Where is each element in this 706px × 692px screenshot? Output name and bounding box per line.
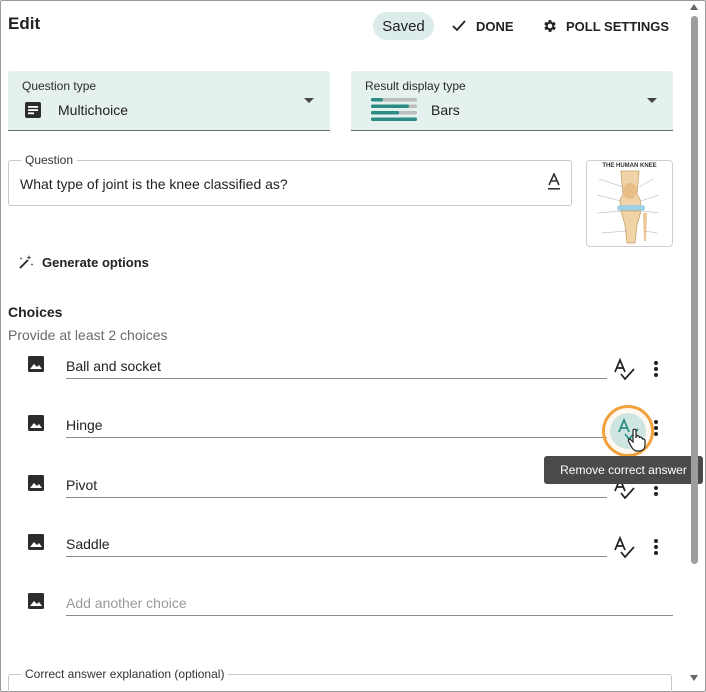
done-label: DONE bbox=[476, 18, 514, 34]
choice-row: Hinge bbox=[0, 414, 700, 454]
bars-icon bbox=[371, 98, 417, 121]
magic-wand-icon bbox=[19, 255, 34, 269]
choice-input[interactable]: Hinge bbox=[66, 416, 607, 438]
question-legend: Question bbox=[21, 153, 78, 167]
gear-icon bbox=[544, 20, 556, 32]
choices-heading: Choices bbox=[8, 304, 63, 320]
page-title: Edit bbox=[8, 14, 41, 33]
question-field[interactable]: Question What type of joint is the knee … bbox=[8, 153, 572, 206]
question-type-label: Question type bbox=[22, 79, 97, 93]
choice-input[interactable]: Saddle bbox=[66, 535, 607, 557]
saved-status-badge: Saved bbox=[373, 12, 434, 40]
correct-answer-icon[interactable] bbox=[613, 535, 635, 559]
poll-settings-button[interactable]: POLL SETTINGS bbox=[542, 12, 669, 40]
chevron-down-icon bbox=[647, 98, 657, 103]
question-image-thumbnail[interactable]: THE HUMAN KNEE bbox=[586, 160, 673, 247]
image-icon[interactable] bbox=[27, 474, 45, 492]
result-display-select[interactable]: Result display type Bars bbox=[351, 71, 673, 131]
chevron-down-icon bbox=[304, 98, 314, 103]
image-icon[interactable] bbox=[27, 414, 45, 432]
text-format-icon[interactable] bbox=[547, 173, 561, 191]
more-vert-icon[interactable] bbox=[651, 535, 661, 557]
more-vert-icon[interactable] bbox=[651, 357, 661, 379]
choices-hint: Provide at least 2 choices bbox=[8, 327, 168, 343]
correct-answer-toggle-active[interactable] bbox=[602, 405, 654, 457]
done-button[interactable]: DONE bbox=[452, 12, 514, 40]
image-icon[interactable] bbox=[27, 592, 45, 610]
choice-row: Ball and socket bbox=[0, 355, 700, 395]
generate-options-label: Generate options bbox=[42, 254, 149, 270]
scroll-down-arrow-icon[interactable] bbox=[690, 675, 698, 681]
hand-cursor-icon bbox=[627, 428, 646, 452]
result-display-value: Bars bbox=[431, 102, 460, 118]
check-icon bbox=[452, 20, 466, 32]
question-type-value: Multichoice bbox=[58, 102, 129, 118]
poll-settings-label: POLL SETTINGS bbox=[566, 18, 670, 34]
scroll-up-arrow-icon[interactable] bbox=[690, 4, 698, 10]
generate-options-button[interactable]: Generate options bbox=[18, 254, 149, 270]
choice-input[interactable]: Ball and socket bbox=[66, 357, 607, 379]
document-icon bbox=[25, 102, 41, 118]
explanation-field[interactable]: Correct answer explanation (optional) bbox=[8, 667, 672, 692]
result-display-label: Result display type bbox=[365, 79, 466, 93]
add-choice-input[interactable]: Add another choice bbox=[66, 594, 673, 616]
choice-row: Saddle bbox=[0, 533, 700, 573]
tooltip: Remove correct answer bbox=[544, 456, 703, 484]
add-choice-row: Add another choice bbox=[0, 592, 700, 632]
scrollbar-thumb[interactable] bbox=[691, 16, 698, 564]
image-icon[interactable] bbox=[27, 355, 45, 373]
question-text: What type of joint is the knee classifie… bbox=[20, 176, 288, 192]
correct-answer-icon[interactable] bbox=[613, 357, 635, 381]
choice-input[interactable]: Pivot bbox=[66, 476, 607, 498]
knee-diagram-image bbox=[596, 170, 660, 244]
explanation-legend: Correct answer explanation (optional) bbox=[21, 667, 229, 681]
image-icon[interactable] bbox=[27, 533, 45, 551]
question-type-select[interactable]: Question type Multichoice bbox=[8, 71, 330, 131]
